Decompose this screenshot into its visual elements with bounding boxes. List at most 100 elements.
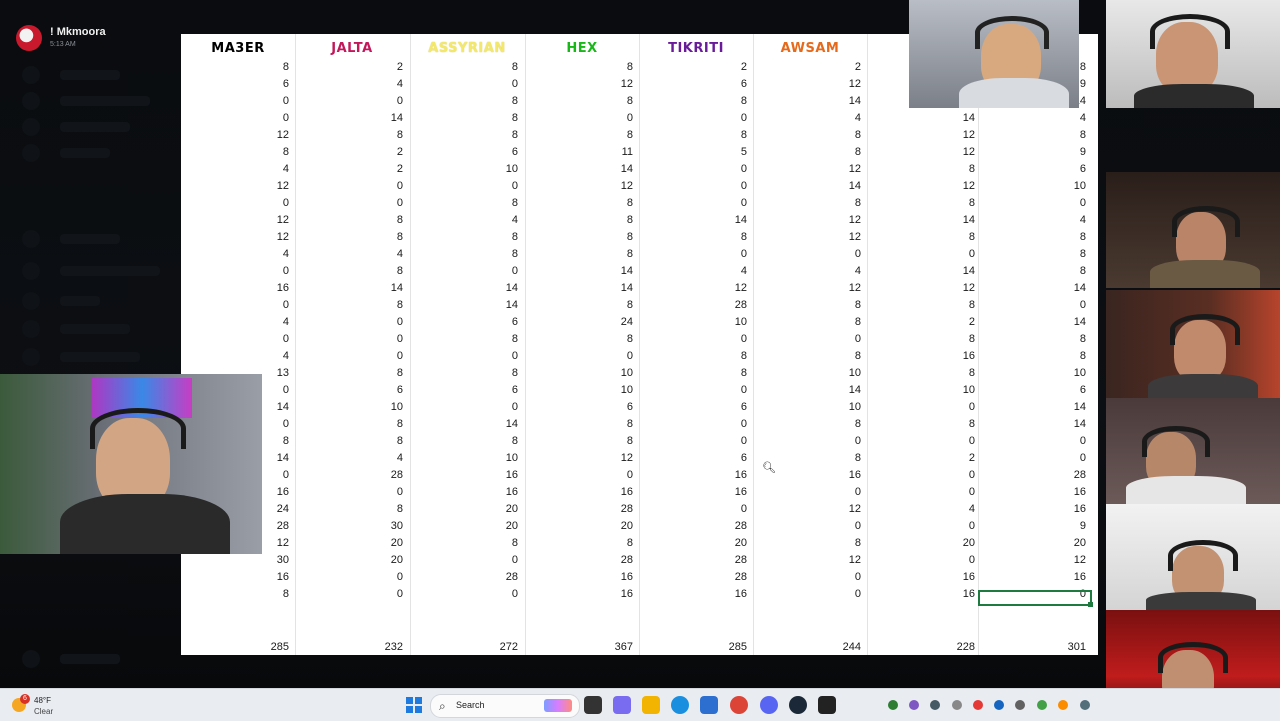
table-cell[interactable]: 4	[295, 452, 403, 464]
tray-app-icon[interactable]	[1080, 700, 1090, 710]
total-cell[interactable]: 272	[410, 641, 518, 653]
table-cell[interactable]: 28	[639, 554, 747, 566]
table-cell[interactable]: 2	[867, 316, 975, 328]
table-cell[interactable]: 10	[525, 384, 633, 396]
table-cell[interactable]: 0	[410, 401, 518, 413]
total-cell[interactable]: 285	[181, 641, 289, 653]
table-cell[interactable]: 28	[639, 571, 747, 583]
table-cell[interactable]: 0	[639, 112, 747, 124]
table-cell[interactable]: 6	[639, 78, 747, 90]
table-cell[interactable]: 8	[525, 95, 633, 107]
table-cell[interactable]: 28	[978, 469, 1086, 481]
table-cell[interactable]: 6	[181, 78, 289, 90]
table-cell[interactable]: 8	[978, 129, 1086, 141]
table-cell[interactable]: 12	[753, 78, 861, 90]
table-cell[interactable]: 10	[525, 367, 633, 379]
table-cell[interactable]: 14	[295, 282, 403, 294]
table-cell[interactable]: 0	[410, 180, 518, 192]
table-cell[interactable]: 16	[639, 469, 747, 481]
table-cell[interactable]: 8	[639, 231, 747, 243]
table-cell[interactable]: 8	[410, 248, 518, 260]
table-cell[interactable]: 6	[525, 401, 633, 413]
table-cell[interactable]: 0	[639, 503, 747, 515]
table-cell[interactable]: 4	[181, 350, 289, 362]
table-cell[interactable]: 8	[639, 129, 747, 141]
table-cell[interactable]: 16	[867, 588, 975, 600]
table-cell[interactable]: 0	[410, 588, 518, 600]
table-cell[interactable]: 2	[295, 61, 403, 73]
table-cell[interactable]: 28	[295, 469, 403, 481]
table-cell[interactable]: 14	[410, 282, 518, 294]
table-cell[interactable]: 12	[181, 129, 289, 141]
table-cell[interactable]: 0	[867, 435, 975, 447]
table-cell[interactable]: 0	[525, 350, 633, 362]
table-cell[interactable]: 14	[978, 316, 1086, 328]
table-cell[interactable]: 8	[753, 316, 861, 328]
table-cell[interactable]: 8	[525, 435, 633, 447]
table-cell[interactable]: 8	[295, 367, 403, 379]
table-cell[interactable]: 8	[867, 418, 975, 430]
table-cell[interactable]: 8	[867, 197, 975, 209]
table-cell[interactable]: 8	[410, 112, 518, 124]
table-cell[interactable]: 8	[867, 367, 975, 379]
table-cell[interactable]: 8	[295, 435, 403, 447]
table-cell[interactable]: 8	[753, 197, 861, 209]
copilot-icon[interactable]	[613, 696, 631, 714]
table-cell[interactable]: 14	[978, 418, 1086, 430]
tray-app-icon[interactable]	[1037, 700, 1047, 710]
table-cell[interactable]: 0	[753, 486, 861, 498]
table-cell[interactable]: 12	[753, 554, 861, 566]
table-cell[interactable]: 0	[753, 520, 861, 532]
table-cell[interactable]: 6	[639, 401, 747, 413]
table-cell[interactable]: 10	[410, 452, 518, 464]
table-cell[interactable]: 14	[410, 418, 518, 430]
table-cell[interactable]: 14	[753, 180, 861, 192]
tray-app-icon[interactable]	[1015, 700, 1025, 710]
table-cell[interactable]: 20	[639, 537, 747, 549]
table-cell[interactable]: 16	[639, 588, 747, 600]
weather-widget[interactable]: 6 48°F Clear	[12, 694, 72, 718]
table-cell[interactable]: 8	[295, 418, 403, 430]
table-cell[interactable]: 0	[867, 401, 975, 413]
table-cell[interactable]: 0	[978, 197, 1086, 209]
tray-app-icon[interactable]	[952, 700, 962, 710]
table-cell[interactable]: 8	[978, 231, 1086, 243]
table-cell[interactable]: 0	[978, 435, 1086, 447]
discord-icon[interactable]	[760, 696, 778, 714]
table-cell[interactable]: 0	[295, 350, 403, 362]
table-cell[interactable]: 20	[410, 520, 518, 532]
table-cell[interactable]: 8	[525, 333, 633, 345]
table-cell[interactable]: 8	[410, 367, 518, 379]
table-cell[interactable]: 0	[295, 571, 403, 583]
table-cell[interactable]: 6	[978, 163, 1086, 175]
table-cell[interactable]: 6	[639, 452, 747, 464]
table-cell[interactable]: 0	[410, 265, 518, 277]
table-cell[interactable]: 16	[978, 503, 1086, 515]
table-cell[interactable]: 0	[639, 333, 747, 345]
table-cell[interactable]: 0	[753, 571, 861, 583]
task-view-icon[interactable]	[584, 696, 602, 714]
table-cell[interactable]: 12	[181, 214, 289, 226]
table-cell[interactable]: 0	[295, 180, 403, 192]
table-cell[interactable]: 8	[753, 350, 861, 362]
table-cell[interactable]: 14	[753, 95, 861, 107]
table-cell[interactable]: 0	[639, 180, 747, 192]
column-header[interactable]: JALTA	[295, 34, 409, 64]
table-cell[interactable]: 0	[639, 384, 747, 396]
table-cell[interactable]: 12	[867, 180, 975, 192]
table-cell[interactable]: 4	[295, 248, 403, 260]
table-cell[interactable]: 0	[867, 469, 975, 481]
table-cell[interactable]: 14	[295, 112, 403, 124]
table-cell[interactable]: 8	[295, 129, 403, 141]
table-cell[interactable]: 0	[639, 163, 747, 175]
fill-handle[interactable]	[1088, 602, 1093, 607]
table-cell[interactable]: 8	[867, 231, 975, 243]
table-cell[interactable]: 8	[295, 214, 403, 226]
table-cell[interactable]: 10	[978, 367, 1086, 379]
table-cell[interactable]: 0	[867, 520, 975, 532]
table-cell[interactable]: 0	[978, 299, 1086, 311]
table-cell[interactable]: 0	[753, 435, 861, 447]
windows-start-icon[interactable]	[406, 697, 422, 713]
table-cell[interactable]: 28	[525, 554, 633, 566]
table-cell[interactable]: 0	[525, 112, 633, 124]
